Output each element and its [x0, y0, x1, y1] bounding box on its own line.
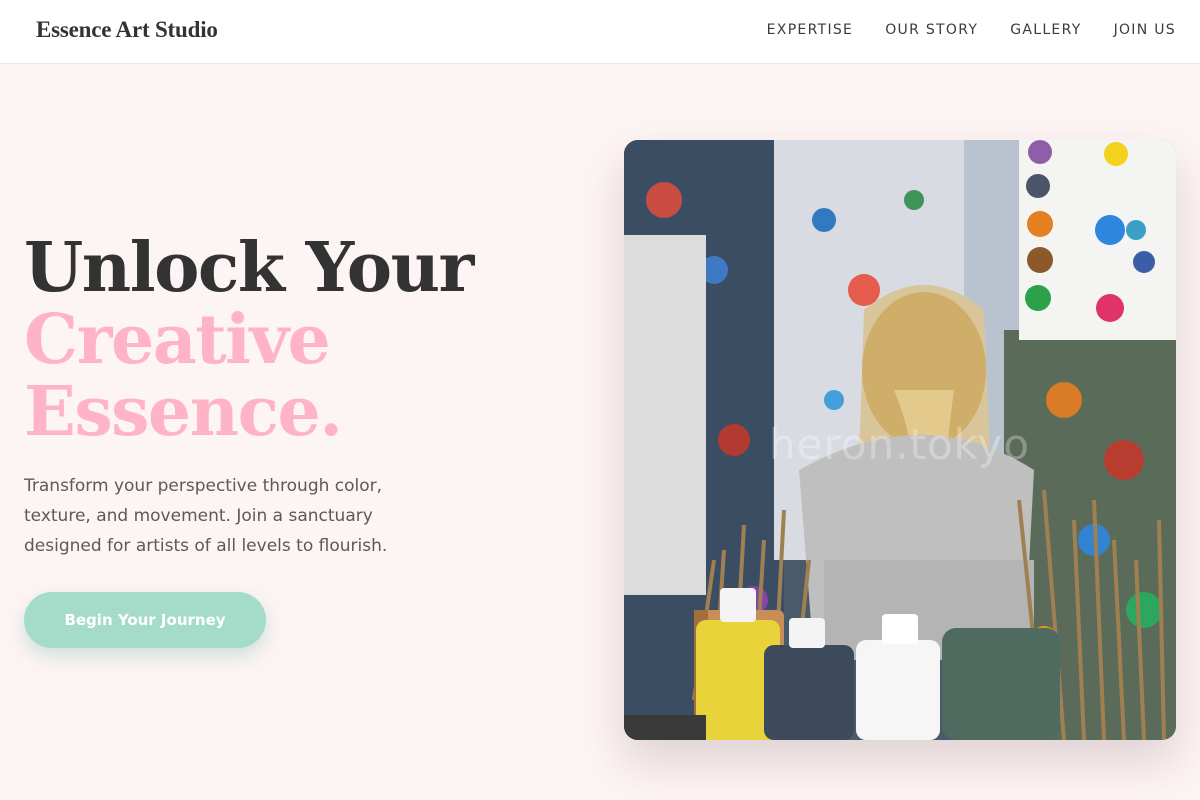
image-watermark: heron.tokyo — [769, 420, 1031, 469]
hero-title-accent-line2: Essence. — [24, 372, 343, 452]
nav-link-expertise[interactable]: EXPERTISE — [767, 22, 854, 38]
top-navbar: Essence Art Studio EXPERTISE OUR STORY G… — [0, 0, 1200, 64]
nav-link-our-story[interactable]: OUR STORY — [885, 22, 978, 38]
hero-title-line1: Unlock Your — [24, 228, 474, 308]
hero-description: Transform your perspective through color… — [24, 476, 388, 556]
brand-logo[interactable]: Essence Art Studio — [36, 17, 218, 43]
nav-link-join-us[interactable]: JOIN US — [1114, 22, 1176, 38]
hero-image: heron.tokyo — [624, 140, 1176, 740]
begin-journey-button[interactable]: Begin Your Journey — [24, 592, 266, 648]
hero-title: Unlock Your Creative Essence. — [24, 228, 474, 452]
hero-title-accent-line1: Creative — [24, 300, 331, 380]
main-nav: EXPERTISE OUR STORY GALLERY JOIN US — [767, 22, 1176, 38]
nav-link-gallery[interactable]: GALLERY — [1010, 22, 1081, 38]
